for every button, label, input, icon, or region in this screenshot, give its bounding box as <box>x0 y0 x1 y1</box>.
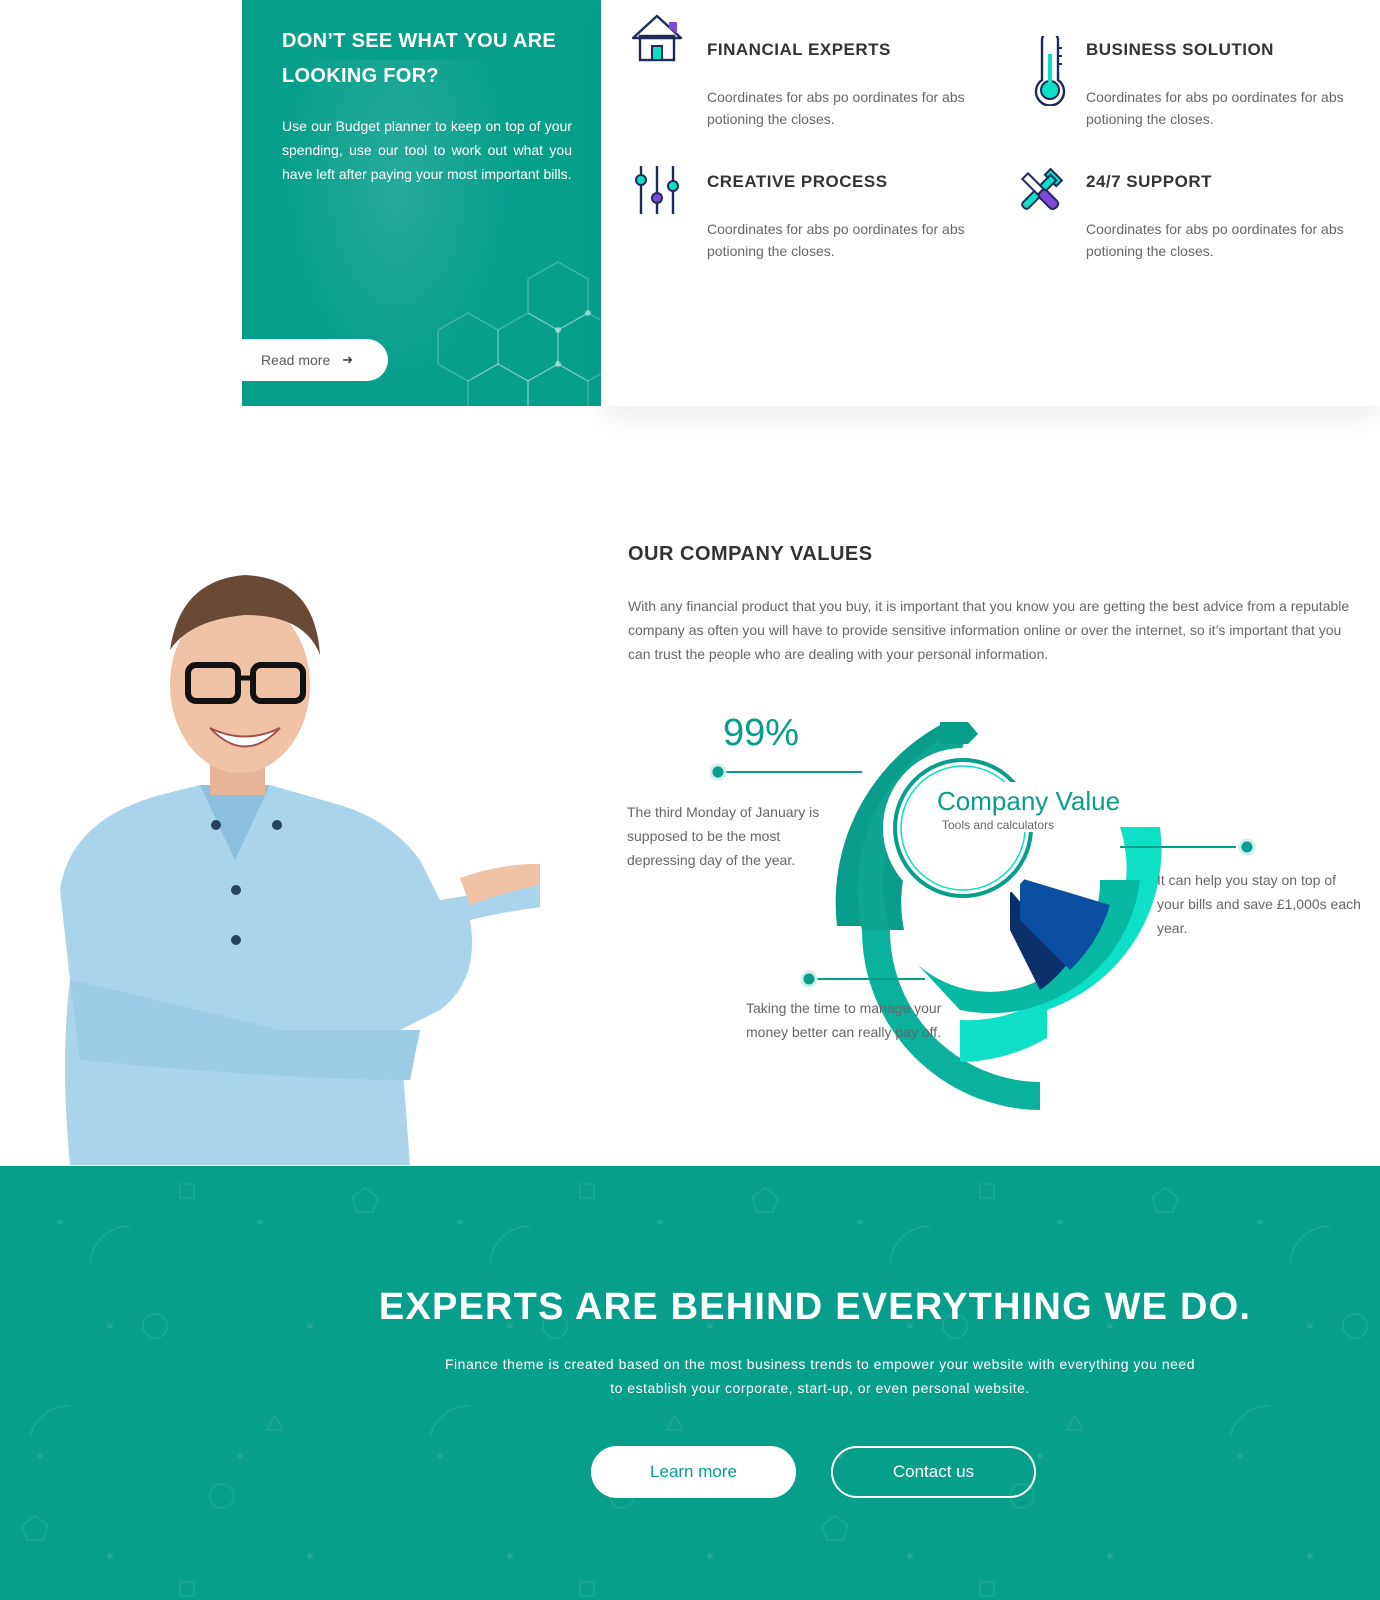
chart-callout: The third Monday of January is supposed … <box>627 804 820 868</box>
company-values-title: OUR COMPANY VALUES <box>628 543 873 565</box>
feature-title: FINANCIAL EXPERTS <box>707 40 891 59</box>
feature-financial-experts: FINANCIAL EXPERTS Coordinates for abs po… <box>631 10 991 127</box>
feature-business-solution: BUSINESS SOLUTION Coordinates for abs po… <box>1010 10 1370 127</box>
feature-title: 24/7 SUPPORT <box>1086 172 1212 191</box>
promo-text: Use our Budget planner to keep on top of… <box>282 118 572 182</box>
features-panel: FINANCIAL EXPERTS Coordinates for abs po… <box>601 0 1380 406</box>
company-values-text: With any financial product that you buy,… <box>628 598 1350 662</box>
feature-text: Coordinates for abs po oordinates for ab… <box>1086 221 1344 259</box>
thermometer-icon <box>1034 36 1066 106</box>
callout-dot-3 <box>800 970 818 988</box>
tools-icon <box>1020 167 1064 211</box>
contact-us-button[interactable]: Contact us <box>831 1446 1036 1498</box>
learn-more-button[interactable]: Learn more <box>591 1446 796 1498</box>
cta-text: Finance theme is created based on the mo… <box>445 1356 1195 1396</box>
chart-arrow-tip <box>940 722 978 744</box>
chart-title: Company Value <box>937 786 1121 816</box>
house-icon <box>631 14 683 62</box>
callout-dot-2 <box>1238 838 1256 856</box>
sliders-icon <box>635 166 679 214</box>
cta-title: EXPERTS ARE BEHIND EVERYTHING WE DO. <box>378 1286 1252 1328</box>
smiling-man-photo <box>60 575 540 1165</box>
read-more-button[interactable]: Read more ➜ <box>242 339 388 381</box>
feature-24-7-support: 24/7 SUPPORT Coordinates for abs po oord… <box>1010 142 1370 259</box>
promo-card: DON’T SEE WHAT YOU ARE LOOKING FOR? Use … <box>242 0 601 406</box>
arrow-right-icon: ➜ <box>342 352 354 367</box>
company-value-chart: 99% Company Value Tools and calculators … <box>600 690 1380 1160</box>
cta-banner: EXPERTS ARE BEHIND EVERYTHING WE DO. Fin… <box>0 1166 1380 1600</box>
feature-title: CREATIVE PROCESS <box>707 172 888 191</box>
callout-dot-1 <box>709 763 727 781</box>
chart-subtitle: Tools and calculators <box>942 818 1055 832</box>
promo-title: DON’T SEE WHAT YOU ARE LOOKING FOR? <box>282 30 557 87</box>
chart-callout: Taking the time to manage your money bet… <box>746 1000 942 1040</box>
read-more-label: Read more <box>261 352 331 368</box>
feature-title: BUSINESS SOLUTION <box>1086 40 1274 59</box>
chart-highlight-value: 99% <box>723 712 800 754</box>
feature-text: Coordinates for abs po oordinates for ab… <box>707 89 965 127</box>
chart-callout: It can help you stay on top of your bill… <box>1157 872 1361 936</box>
feature-text: Coordinates for abs po oordinates for ab… <box>707 221 965 259</box>
feature-text: Coordinates for abs po oordinates for ab… <box>1086 89 1344 127</box>
feature-creative-process: CREATIVE PROCESS Coordinates for abs po … <box>631 142 991 259</box>
